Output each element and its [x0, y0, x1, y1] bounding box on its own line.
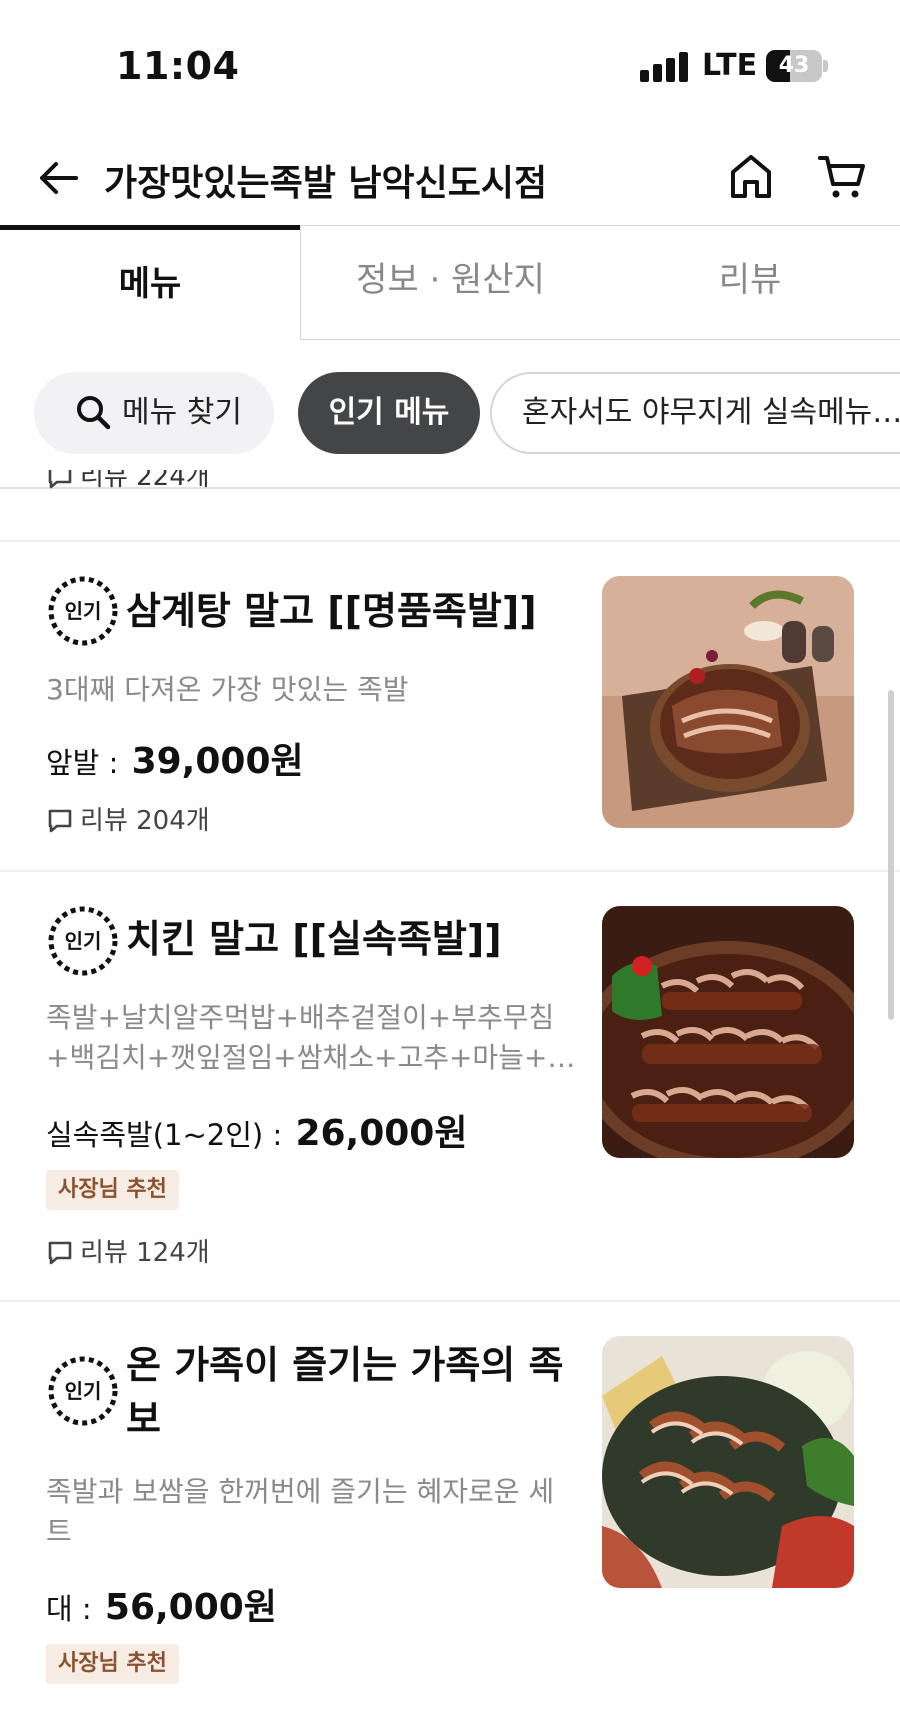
menu-item-photo[interactable]	[602, 906, 854, 1158]
menu-item-name-line: 온 가족이 즐기는 가족의 족	[126, 1343, 564, 1387]
search-icon	[77, 396, 111, 430]
status-bar: 11:04 LTE 43	[0, 0, 900, 130]
network-type: LTE	[702, 48, 758, 83]
popular-badge-label: 인기	[64, 599, 102, 623]
chip-popular-menu[interactable]: 인기 메뉴	[298, 372, 480, 454]
price-amount: 39,000원	[131, 741, 304, 782]
menu-item-price: 대 : 56,000원	[46, 1578, 277, 1630]
price-option-label: 대 :	[46, 1592, 92, 1626]
store-tabs: 메뉴 정보 · 원산지 리뷰	[0, 225, 900, 340]
menu-item-photo[interactable]	[602, 1336, 854, 1588]
previous-item-review: 리뷰 224개	[46, 470, 210, 500]
menu-filter-chips: 메뉴 찾기 인기 메뉴 혼자서도 야무지게 실속메뉴…	[0, 372, 900, 456]
store-header: 가장맛있는족발 남악신도시점	[0, 140, 900, 220]
menu-item[interactable]: 인기 삼계탕 말고 [[명품족발]] 3대째 다져온 가장 맛있는 족발 앞발 …	[0, 542, 900, 870]
menu-item-description-line: 족발과 보쌈을 한꺼번에 즐기는 혜자로운 세	[46, 1475, 555, 1508]
price-amount: 26,000원	[295, 1113, 468, 1154]
review-count: 리뷰 124개	[80, 1238, 210, 1268]
menu-item-description-line: +백김치+깻잎절임+쌈채소+고추+마늘+…	[46, 1041, 576, 1074]
owner-recommend-badge: 사장님 추천	[46, 1644, 179, 1684]
menu-item-price: 실속족발(1~2인) : 26,000원	[46, 1104, 467, 1156]
menu-item[interactable]: 인기 치킨 말고 [[실속족발]] 족발+날치알주먹밥+배추겉절이+부추무침 +…	[0, 872, 900, 1300]
chip-solo-menu[interactable]: 혼자서도 야무지게 실속메뉴…	[490, 372, 900, 454]
menu-item-name: 온 가족이 즐기는 가족의 족 보	[126, 1338, 586, 1446]
previous-item-review-count: 리뷰 224개	[80, 470, 210, 492]
popular-badge: 인기	[46, 574, 120, 648]
tab-info-origin[interactable]: 정보 · 원산지	[300, 225, 600, 340]
menu-item-name: 삼계탕 말고 [[명품족발]]	[126, 589, 537, 633]
menu-item-name-line: 보	[126, 1397, 161, 1441]
battery-icon: 43	[766, 50, 828, 82]
scrollbar[interactable]	[888, 690, 894, 1020]
cart-icon[interactable]	[818, 154, 866, 200]
tab-menu[interactable]: 메뉴	[0, 225, 300, 340]
status-time: 11:04	[116, 44, 240, 88]
menu-item-photo[interactable]	[602, 576, 854, 828]
menu-item-description-line: 트	[46, 1515, 72, 1548]
popular-badge-label: 인기	[64, 1379, 102, 1403]
battery-level: 43	[778, 53, 810, 78]
menu-item-price: 앞발 : 39,000원	[46, 732, 304, 784]
review-icon	[48, 809, 72, 833]
popular-badge: 인기	[46, 904, 120, 978]
menu-item-description: 족발과 보쌈을 한꺼번에 즐기는 혜자로운 세 트	[46, 1472, 576, 1552]
review-icon	[48, 1241, 72, 1265]
popular-badge-label: 인기	[64, 929, 102, 953]
price-amount: 56,000원	[104, 1587, 277, 1628]
review-count: 리뷰 204개	[80, 806, 210, 836]
tab-reviews[interactable]: 리뷰	[600, 225, 900, 340]
cellular-signal-icon	[640, 52, 688, 82]
owner-recommend-badge: 사장님 추천	[46, 1170, 179, 1210]
menu-item-description: 3대째 다져온 가장 맛있는 족발	[46, 673, 409, 706]
menu-search-button[interactable]: 메뉴 찾기	[34, 372, 274, 454]
menu-item-reviews: 리뷰 124개	[46, 1232, 210, 1269]
menu-item-reviews: 리뷰 204개	[46, 800, 210, 837]
popular-badge: 인기	[46, 1354, 120, 1428]
back-arrow-icon[interactable]	[36, 156, 80, 200]
price-option-label: 앞발 :	[46, 746, 119, 780]
menu-item-description-line: 족발+날치알주먹밥+배추겉절이+부추무침	[46, 1001, 555, 1034]
store-title: 가장맛있는족발 남악신도시점	[104, 163, 548, 204]
menu-item[interactable]: 인기 온 가족이 즐기는 가족의 족 보 족발과 보쌈을 한꺼번에 즐기는 혜자…	[0, 1302, 900, 1719]
menu-item-name: 치킨 말고 [[실속족발]]	[126, 917, 502, 961]
price-option-label: 실속족발(1~2인) :	[46, 1118, 283, 1152]
home-icon[interactable]	[728, 152, 774, 200]
menu-item-description: 족발+날치알주먹밥+배추겉절이+부추무침 +백김치+깻잎절임+쌈채소+고추+마늘…	[46, 998, 576, 1078]
menu-search-label: 메뉴 찾기	[122, 395, 242, 430]
review-icon	[48, 470, 72, 489]
